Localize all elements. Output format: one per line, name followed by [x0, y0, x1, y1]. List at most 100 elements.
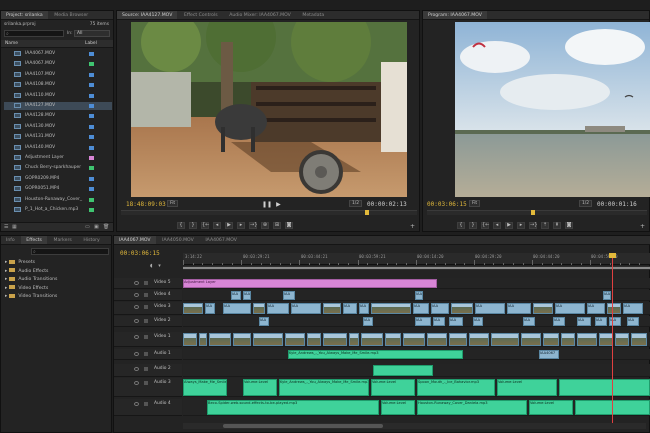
playhead-handle[interactable] — [609, 253, 616, 258]
source-scrub-bar[interactable] — [121, 210, 417, 215]
video-clip[interactable]: IAA — [433, 317, 445, 326]
adjustment-layer-clip[interactable]: Adjustment Layer — [183, 279, 437, 288]
project-item[interactable]: Chuck Berry-sparkhauper — [4, 164, 112, 172]
go-to-in-button[interactable]: {← — [201, 221, 209, 229]
extract-button[interactable]: ⇞ — [553, 221, 561, 229]
mark-out-button[interactable]: } — [189, 221, 197, 229]
source-zoom-select[interactable]: Fit — [167, 200, 179, 207]
track-lane[interactable]: IAA IAA IAA IAA IAA IAA IAA IAA IAA IAA IAA IAA — [183, 316, 650, 327]
project-item[interactable]: IAA4131.MOV — [4, 133, 112, 141]
track-header[interactable]: Video 5 — [114, 278, 182, 289]
project-item[interactable]: GOPR0209.MP4 — [4, 175, 112, 183]
track-lane[interactable]: Adjustment Layer — [183, 278, 650, 289]
tab-sequence-2[interactable]: IAA4050.MOV — [157, 236, 199, 244]
effects-folder[interactable]: ▸ Presets — [5, 259, 35, 267]
program-zoom-select[interactable]: Fit — [469, 200, 481, 207]
source-video-frame[interactable] — [131, 22, 407, 197]
label-color-swatch[interactable] — [89, 52, 94, 56]
video-clip[interactable] — [521, 333, 541, 346]
video-clip[interactable]: IAA — [267, 303, 289, 314]
timeline-timecode[interactable]: 00:03:06:15 — [120, 250, 160, 257]
video-clip[interactable] — [403, 333, 425, 346]
audio-clip[interactable]: Kyle_Andrews_-_You_Always_Make_Me_Smile.… — [288, 350, 463, 359]
project-item[interactable]: IAA4128.MOV — [4, 112, 112, 120]
label-color-swatch[interactable] — [89, 208, 94, 212]
lock-icon[interactable] — [144, 335, 148, 339]
program-mark-in-button[interactable]: { — [457, 221, 465, 229]
icon-view-icon[interactable]: ▦ — [12, 224, 17, 230]
track-lane[interactable]: Always_Make_Me_Smile.mp3Volume:LevelKyle… — [183, 378, 650, 397]
label-color-swatch[interactable] — [89, 93, 94, 98]
video-clip[interactable]: IAA — [415, 317, 431, 326]
audio-clip[interactable]: Houston-Runaway_Cover_Daniela.mp3 — [417, 400, 527, 415]
video-clip[interactable]: IAA — [627, 317, 639, 326]
video-clip[interactable]: IAA — [523, 317, 535, 326]
track-lane[interactable] — [183, 332, 650, 347]
audio-clip[interactable]: Beco-Spider-web-sound-effects-to-be-play… — [207, 400, 379, 415]
video-clip[interactable]: IAA — [555, 303, 585, 314]
program-timecode-current[interactable]: 00:03:06:15 — [427, 201, 467, 208]
audio-clip[interactable]: Spoon_Mouth_-_Ice_Bahavior.mp3 — [417, 379, 495, 396]
label-color-swatch[interactable] — [89, 72, 94, 77]
video-clip[interactable] — [543, 333, 559, 346]
lock-icon[interactable] — [144, 381, 148, 385]
tab-markers[interactable]: Markers — [49, 236, 77, 244]
label-color-swatch[interactable] — [89, 124, 94, 129]
video-clip[interactable] — [199, 333, 207, 346]
speaker-icon[interactable] — [134, 402, 139, 406]
video-clip[interactable]: IAA — [609, 317, 621, 326]
eye-icon[interactable] — [134, 281, 139, 285]
video-clip[interactable] — [307, 333, 321, 346]
project-item[interactable]: IAA4127.MOV — [4, 102, 112, 110]
lock-icon[interactable] — [144, 319, 148, 323]
video-clip[interactable] — [469, 333, 489, 346]
audio-clip[interactable]: Kyle_Andrews_-_You_Always_Make_Me_Smile.… — [279, 379, 369, 396]
video-clip[interactable] — [361, 333, 383, 346]
track-header[interactable]: Audio 3 — [114, 378, 182, 397]
tab-audio-mixer[interactable]: Audio Mixer: IAA4067.MOV — [224, 11, 296, 19]
video-clip[interactable]: IAA — [231, 291, 241, 300]
expand-arrow-icon[interactable]: ▸ — [5, 294, 7, 299]
audio-clip[interactable]: Volume:Level — [497, 379, 557, 396]
work-area-bar[interactable] — [183, 267, 650, 269]
lock-icon[interactable] — [144, 402, 148, 406]
video-clip[interactable]: IAA — [475, 303, 505, 314]
track-lane[interactable]: IAA IAA IAA IAA IAA — [183, 290, 650, 301]
track-header[interactable]: Video 1 — [114, 332, 182, 347]
lock-icon[interactable] — [144, 293, 148, 297]
marker-icon[interactable]: ▾ — [158, 263, 161, 269]
video-clip[interactable] — [285, 333, 305, 346]
audio-clip[interactable]: Volume:Level — [529, 400, 573, 415]
project-item[interactable]: Houston-Runaway_Cover_ — [4, 196, 112, 204]
lock-icon[interactable] — [144, 352, 148, 356]
video-clip[interactable] — [449, 333, 467, 346]
video-clip[interactable] — [253, 303, 265, 314]
video-clip[interactable]: IAA — [431, 303, 449, 314]
project-item[interactable]: Adjustment Layer — [4, 154, 112, 162]
tab-info[interactable]: Info — [1, 236, 20, 244]
go-to-out-button[interactable]: →} — [249, 221, 257, 229]
program-quality-select[interactable]: 1/2 — [579, 200, 593, 207]
video-clip[interactable]: IAA — [623, 303, 643, 314]
video-clip[interactable]: IAA — [243, 291, 251, 300]
label-color-swatch[interactable] — [89, 62, 94, 67]
video-clip[interactable] — [599, 333, 613, 346]
project-item[interactable]: GOPR0051.MP4 — [4, 185, 112, 193]
project-item[interactable]: IAA4067.MOV — [4, 60, 112, 68]
expand-arrow-icon[interactable]: ▸ — [5, 277, 7, 282]
column-name[interactable]: Name — [5, 41, 18, 46]
eye-icon[interactable] — [134, 319, 139, 323]
lock-icon[interactable] — [144, 281, 148, 285]
source-quality-select[interactable]: 1/2 — [349, 200, 363, 207]
video-clip[interactable]: IAA — [363, 317, 373, 326]
video-clip[interactable] — [491, 333, 519, 346]
video-clip[interactable]: IAA — [595, 317, 607, 326]
program-playhead[interactable] — [531, 210, 535, 215]
project-search-input[interactable]: ⌕ — [4, 30, 64, 37]
project-item[interactable]: IAA4110.MOV — [4, 92, 112, 100]
video-clip[interactable] — [323, 333, 347, 346]
video-clip[interactable] — [451, 303, 473, 314]
trash-icon[interactable]: 🗑 — [103, 224, 109, 230]
label-color-swatch[interactable] — [89, 166, 94, 171]
video-clip[interactable] — [533, 303, 553, 314]
